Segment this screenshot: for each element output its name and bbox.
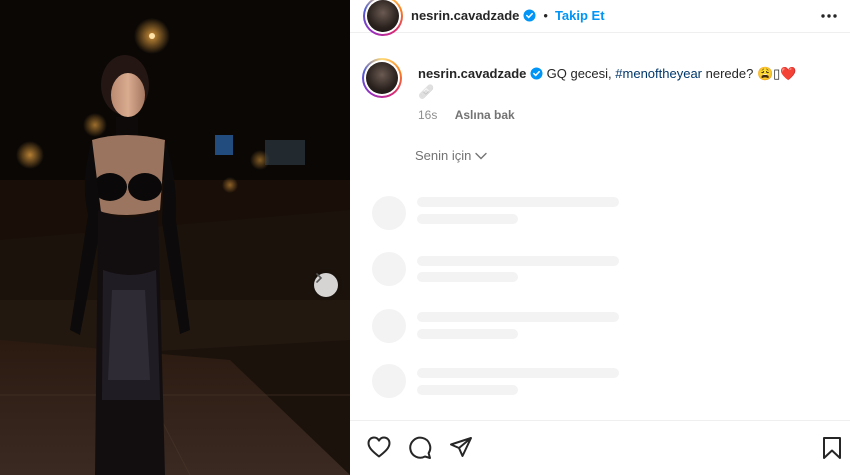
caption-avatar[interactable] (362, 58, 402, 98)
skeleton-line (417, 385, 518, 395)
caption-text: GQ gecesi, (546, 66, 616, 81)
skeleton-line (417, 256, 619, 266)
caption: nesrin.cavadzade GQ gecesi, #menoftheyea… (418, 65, 838, 101)
next-image-button[interactable] (314, 273, 338, 297)
bookmark-icon[interactable] (822, 436, 842, 465)
caption-hashtag[interactable]: #menoftheyear (615, 66, 702, 81)
skeleton-line (417, 312, 619, 322)
skeleton-line (417, 197, 619, 207)
more-options-icon[interactable] (820, 9, 838, 27)
header-separator: • (543, 8, 548, 23)
follow-button[interactable]: Takip Et (555, 8, 605, 23)
verified-badge-icon (523, 9, 536, 22)
skeleton-line (417, 368, 619, 378)
chevron-right-icon (316, 273, 323, 283)
comment-icon[interactable] (408, 436, 432, 465)
post-time: 16s (418, 108, 438, 122)
post-panel: nesrin.cavadzade • Takip Et nesrin.cavad… (350, 0, 850, 475)
verified-badge-icon (530, 67, 543, 80)
heart-icon[interactable] (367, 436, 391, 463)
caption-username[interactable]: nesrin.cavadzade (418, 66, 526, 81)
skeleton-line (417, 272, 518, 282)
chevron-down-icon (475, 152, 488, 159)
caption-text-end: nerede? 😩▯❤️ (702, 66, 797, 81)
caption-meta: 16s Aslına bak (418, 108, 515, 122)
skeleton-line (417, 329, 518, 339)
skeleton-avatar (372, 309, 406, 343)
skeleton-avatar (372, 196, 406, 230)
caption-emoji-line: 🩹 (418, 84, 435, 99)
post-header: nesrin.cavadzade • Takip Et (350, 0, 850, 36)
skeleton-line (417, 214, 518, 224)
send-icon[interactable] (449, 436, 473, 463)
header-avatar[interactable] (363, 0, 403, 36)
header-username[interactable]: nesrin.cavadzade (411, 8, 519, 23)
see-translation-link[interactable]: Aslına bak (455, 108, 515, 122)
skeleton-avatar (372, 364, 406, 398)
action-bar (350, 420, 850, 475)
post-photo (0, 0, 350, 475)
for-you-dropdown[interactable]: Senin için (415, 148, 488, 163)
photo-scene (0, 0, 350, 475)
skeleton-avatar (372, 252, 406, 286)
for-you-label: Senin için (415, 148, 472, 163)
